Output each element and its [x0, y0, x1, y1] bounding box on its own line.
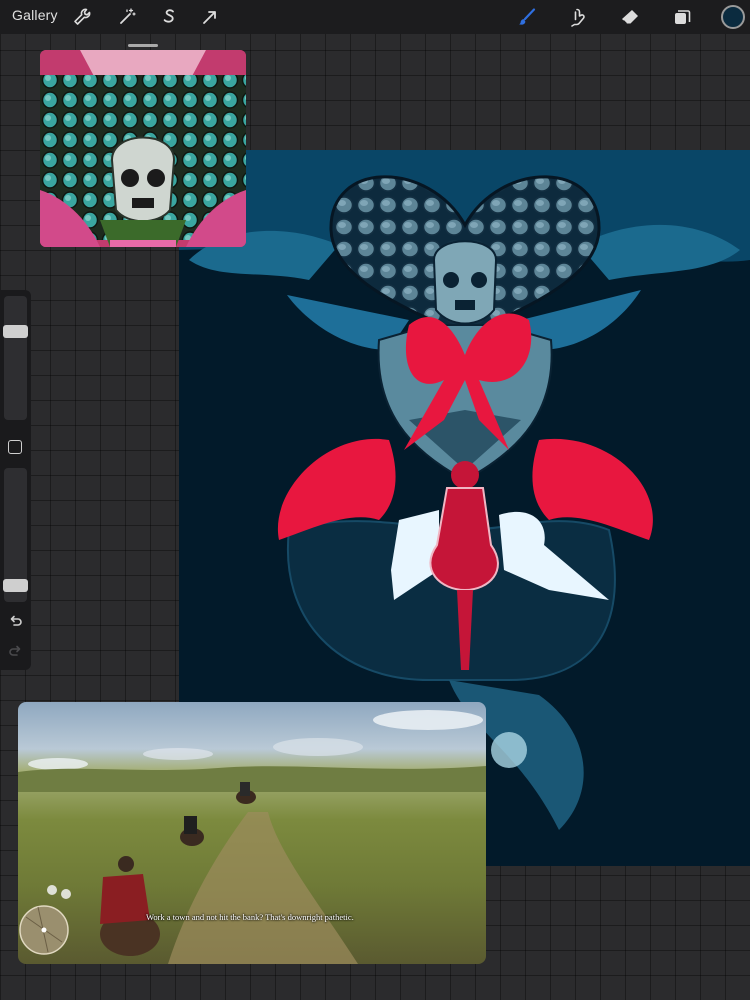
left-sidebar [0, 290, 31, 670]
opacity-slider[interactable] [3, 468, 28, 602]
reference-drag-handle[interactable] [128, 44, 158, 47]
skull-face [432, 240, 498, 325]
video-subtitle: Work a town and not hit the bank? That's… [146, 912, 354, 922]
top-toolbar: Gallery [0, 0, 750, 34]
selection-s-icon[interactable] [156, 4, 182, 30]
arrow-cursor-icon[interactable] [197, 4, 223, 30]
color-swatch[interactable] [721, 5, 745, 29]
brush-size-thumb[interactable] [3, 324, 28, 338]
opacity-thumb[interactable] [3, 578, 28, 592]
reference-artwork [40, 50, 246, 247]
smudge-icon[interactable] [565, 4, 591, 30]
modify-square-icon[interactable] [8, 440, 22, 454]
brush-size-slider[interactable] [3, 296, 28, 420]
brush-icon[interactable] [514, 4, 540, 30]
wrench-icon[interactable] [69, 4, 95, 30]
gallery-button[interactable]: Gallery [12, 7, 58, 23]
magic-wand-icon[interactable] [114, 4, 140, 30]
video-overlay[interactable]: Work a town and not hit the bank? That's… [18, 702, 486, 964]
eraser-icon[interactable] [617, 4, 643, 30]
video-frame [18, 710, 486, 964]
red-dress-figure [429, 487, 499, 592]
reference-image[interactable] [40, 50, 246, 247]
undo-icon[interactable] [7, 612, 24, 629]
layers-icon[interactable] [669, 4, 695, 30]
redo-icon[interactable] [7, 642, 24, 659]
